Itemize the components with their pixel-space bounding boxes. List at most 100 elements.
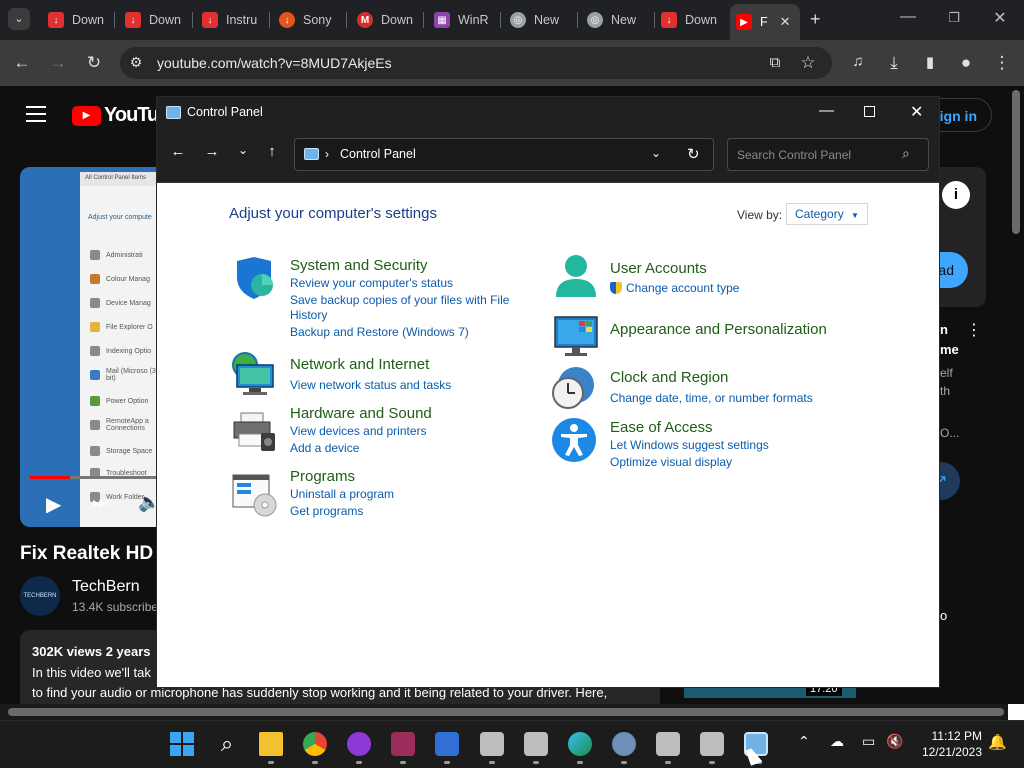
install-app-icon[interactable]: ⧉ [763,54,787,71]
link-uninstall-program[interactable]: Uninstall a program [290,487,520,502]
browser-tab[interactable]: ◎ New [510,6,570,34]
view-by-dropdown[interactable]: Category ▼ [786,203,868,225]
app-icon[interactable] [656,732,680,756]
link-change-date-time[interactable]: Change date, time, or number formats [610,391,870,406]
more-options-icon[interactable]: ⋮ [966,320,982,340]
clock-date[interactable]: 12/21/2023 [916,745,982,759]
downloads-icon[interactable]: ⤓ [882,53,906,73]
minimize-icon[interactable]: — [819,102,834,119]
reload-icon[interactable]: ↻ [82,53,106,73]
category-title-system-security[interactable]: System and Security [290,257,520,274]
category-title-user-accounts[interactable]: User Accounts [610,260,870,277]
search-icon[interactable]: ⌕ [902,145,910,162]
chrome-icon[interactable] [303,732,327,756]
edge-icon[interactable] [568,732,592,756]
close-tab-icon[interactable]: ✕ [780,14,791,30]
search-box[interactable]: Search Control Panel ⌕ [727,138,929,171]
browser-tab[interactable]: ↓ Instru [202,6,262,34]
link-file-history[interactable]: Save backup copies of your files with Fi… [290,293,520,323]
link-devices-printers[interactable]: View devices and printers [290,424,520,439]
start-windows-icon[interactable] [170,732,194,756]
volume-muted-icon[interactable]: 🔇 [886,733,903,750]
info-icon[interactable]: i [942,181,970,209]
show-hidden-icons-chevron[interactable]: ⌃ [798,733,810,750]
browser-tab-active[interactable]: ▶ F ✕ [730,4,800,40]
control-panel-window: Control Panel — ✕ ← → ⌄ ↑ › Control Pane… [156,96,940,688]
category-title-appearance[interactable]: Appearance and Personalization [610,321,870,338]
forward-icon[interactable]: → [46,53,70,73]
back-arrow-icon[interactable]: ← [163,143,193,160]
recent-locations-chevron-icon[interactable]: ⌄ [228,143,258,157]
link-add-device[interactable]: Add a device [290,441,520,456]
category-title-programs[interactable]: Programs [290,468,520,485]
site-info-icon[interactable]: ⚙ [124,54,148,71]
hamburger-menu-icon[interactable] [26,106,46,122]
side-panel-icon[interactable]: ▮ [918,53,942,71]
close-icon[interactable]: ✕ [910,102,923,122]
app-icon[interactable] [347,732,371,756]
winrar-favicon-icon: ▦ [434,12,450,28]
link-network-status[interactable]: View network status and tasks [290,378,520,393]
channel-name[interactable]: TechBern [72,578,140,596]
settings-gear-icon[interactable] [612,732,636,756]
address-dropdown-icon[interactable]: ⌄ [651,146,661,160]
link-get-programs[interactable]: Get programs [290,504,520,519]
address-breadcrumb[interactable]: › Control Panel ⌄ ↻ [294,138,714,171]
menu-icon[interactable]: ⋮ [990,53,1014,73]
browser-tab[interactable]: ↓ Down [661,6,721,34]
browser-tab[interactable]: ▦ WinR [434,6,494,34]
app-icon[interactable] [524,732,548,756]
url-text[interactable]: youtube.com/watch?v=8MUD7AkjeEs [157,55,392,71]
browser-tab[interactable]: M Down [357,6,417,34]
up-arrow-icon[interactable]: ↑ [257,143,287,160]
horizontal-scrollbar[interactable] [0,704,1024,720]
link-suggest-settings[interactable]: Let Windows suggest settings [610,438,870,453]
maximize-icon[interactable] [864,106,875,117]
control-panel-app-icon [166,106,181,119]
category-title-clock-region[interactable]: Clock and Region [610,369,870,386]
browser-tab[interactable]: ↓ Sony [279,6,339,34]
refresh-icon[interactable]: ↻ [687,145,700,163]
category-title-hardware-sound[interactable]: Hardware and Sound [290,405,520,422]
notification-bell-icon[interactable]: 🔔 [988,733,1007,751]
programs-icon [232,474,277,517]
category-title-network-internet[interactable]: Network and Internet [290,356,520,373]
link-review-status[interactable]: Review your computer's status [290,276,520,291]
winrar-icon[interactable] [391,732,415,756]
play-icon[interactable]: ▶ [46,492,61,517]
file-explorer-icon[interactable] [259,732,283,756]
restore-icon[interactable]: ❐ [931,10,977,26]
browser-tab[interactable]: ↓ Down [125,6,185,34]
browser-tab[interactable]: ↓ Down [48,6,108,34]
network-monitor-icon[interactable]: ▭ [862,733,875,750]
link-backup-restore[interactable]: Backup and Restore (Windows 7) [290,325,520,340]
channel-avatar[interactable]: TECHBERN [20,576,60,616]
search-input[interactable]: Search Control Panel [737,148,851,162]
scrollbar-thumb[interactable] [8,708,1004,716]
cloud-off-icon[interactable]: ☁ [830,733,844,750]
media-controls-icon[interactable]: ♫ [846,53,870,70]
security-shield-icon [237,257,273,299]
breadcrumb-item[interactable]: Control Panel [340,147,416,161]
browser-tab[interactable]: ◎ New [587,6,647,34]
new-tab-button[interactable]: + [810,9,821,30]
back-icon[interactable]: ← [10,53,34,73]
link-change-account-type[interactable]: Change account type [610,281,870,296]
app-icon[interactable] [700,732,724,756]
control-panel-titlebar[interactable]: Control Panel — ✕ [157,97,939,129]
next-icon[interactable]: ⏭ [92,492,108,513]
forward-arrow-icon[interactable]: → [197,143,227,160]
clock-time[interactable]: 11:12 PM [916,729,982,743]
minimize-icon[interactable]: — [885,8,931,26]
video-title: Fix Realtek HD [20,543,154,564]
taskbar-search-icon[interactable]: ⌕ [215,732,239,756]
profile-icon[interactable]: ● [954,53,978,73]
category-title-ease-of-access[interactable]: Ease of Access [610,419,870,436]
bookmark-star-icon[interactable]: ☆ [796,53,820,73]
tab-search-button[interactable]: ⌄ [8,8,30,30]
close-icon[interactable]: ✕ [977,8,1023,28]
vertical-scrollbar[interactable] [1012,90,1020,234]
app-icon[interactable] [480,732,504,756]
link-optimize-display[interactable]: Optimize visual display [610,455,870,470]
app-icon[interactable] [435,732,459,756]
